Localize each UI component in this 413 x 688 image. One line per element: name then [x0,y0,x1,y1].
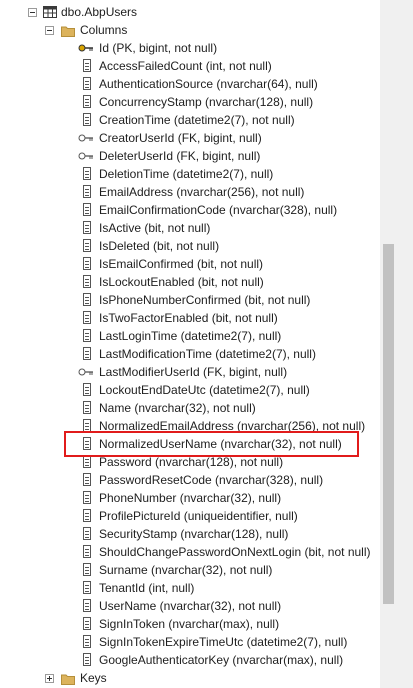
column-label: SecurityStamp (nvarchar(128), null) [99,527,289,541]
column-label: LastModifierUserId (FK, bigint, null) [99,365,288,379]
column-icon [83,329,91,342]
column-label: SignInTokenExpireTimeUtc (datetime2(7), … [99,635,348,649]
column-label: SignInToken (nvarchar(max), null) [99,617,280,631]
column-label: Surname (nvarchar(32), not null) [99,563,273,577]
column-label: CreationTime (datetime2(7), not null) [99,113,295,127]
column-label: Name (nvarchar(32), not null) [99,401,256,415]
column-icon [83,113,91,126]
foreign-key-icon [78,134,93,142]
vertical-scrollbar[interactable] [380,0,413,688]
keys-folder-label: Keys [80,671,107,685]
expand-toggle-icon[interactable] [45,674,54,683]
column-icon [83,653,91,666]
column-label: DeletionTime (datetime2(7), null) [99,167,274,181]
column-icon [83,293,91,306]
column-label: NormalizedUserName (nvarchar(32), not nu… [99,437,342,451]
column-label: IsActive (bit, not null) [99,221,211,235]
column-label: IsEmailConfirmed (bit, not null) [99,257,264,271]
column-label: CreatorUserId (FK, bigint, null) [99,131,262,145]
column-label: Password (nvarchar(128), not null) [99,455,284,469]
column-icon [83,419,91,432]
column-icon [83,545,91,558]
foreign-key-icon [78,368,93,376]
column-label: ConcurrencyStamp (nvarchar(128), null) [99,95,314,109]
column-label: ProfilePictureId (uniqueidentifier, null… [99,509,298,523]
columns-folder-label: Columns [80,23,128,37]
column-icon [83,383,91,396]
column-icon [83,77,91,90]
column-icon [83,491,91,504]
primary-key-icon [78,44,93,52]
collapse-toggle-icon[interactable] [28,8,37,17]
column-label: IsPhoneNumberConfirmed (bit, not null) [99,293,311,307]
column-icon [83,221,91,234]
column-label: NormalizedEmailAddress (nvarchar(256), n… [99,419,366,433]
column-label: IsTwoFactorEnabled (bit, not null) [99,311,278,325]
foreign-key-icon [78,152,93,160]
column-icon [83,311,91,324]
collapse-toggle-icon[interactable] [45,26,54,35]
column-icon [83,437,91,450]
column-label: UserName (nvarchar(32), not null) [99,599,282,613]
column-label: EmailAddress (nvarchar(256), not null) [99,185,305,199]
column-label: PhoneNumber (nvarchar(32), null) [99,491,282,505]
column-icon [83,347,91,360]
folder-icon [61,674,75,685]
column-icon [83,167,91,180]
table-icon [43,6,57,18]
column-icon [83,401,91,414]
column-icon [83,275,91,288]
column-icon [83,185,91,198]
column-icon [83,59,91,72]
column-icon [83,527,91,540]
column-icon [83,473,91,486]
column-icon [83,599,91,612]
column-label: TenantId (int, null) [99,581,195,595]
column-icon [83,563,91,576]
column-icon [83,239,91,252]
column-label: IsDeleted (bit, not null) [99,239,220,253]
table-label: dbo.AbpUsers [61,5,138,19]
column-label: EmailConfirmationCode (nvarchar(328), nu… [99,203,338,217]
column-icon [83,455,91,468]
object-explorer-tree: dbo.AbpUsers Columns Id (PK, bigint, not… [0,0,380,688]
column-label: LockoutEndDateUtc (datetime2(7), null) [99,383,310,397]
column-label: IsLockoutEnabled (bit, not null) [99,275,264,289]
column-icon [83,203,91,216]
column-label: AuthenticationSource (nvarchar(64), null… [99,77,318,91]
column-label: AccessFailedCount (int, not null) [99,59,272,73]
column-label: PasswordResetCode (nvarchar(328), null) [99,473,324,487]
column-icon [83,509,91,522]
column-label: GoogleAuthenticatorKey (nvarchar(max), n… [99,653,344,667]
column-label: Id (PK, bigint, not null) [99,41,218,55]
column-label: ShouldChangePasswordOnNextLogin (bit, no… [99,545,371,559]
column-icon [83,581,91,594]
folder-icon [61,26,75,37]
column-label: LastLoginTime (datetime2(7), null) [99,329,282,343]
column-icon [83,617,91,630]
column-icon [83,95,91,108]
column-label: DeleterUserId (FK, bigint, null) [99,149,261,163]
column-label: LastModificationTime (datetime2(7), null… [99,347,316,361]
column-icon [83,257,91,270]
column-icon [83,635,91,648]
scrollbar-thumb[interactable] [383,244,394,604]
